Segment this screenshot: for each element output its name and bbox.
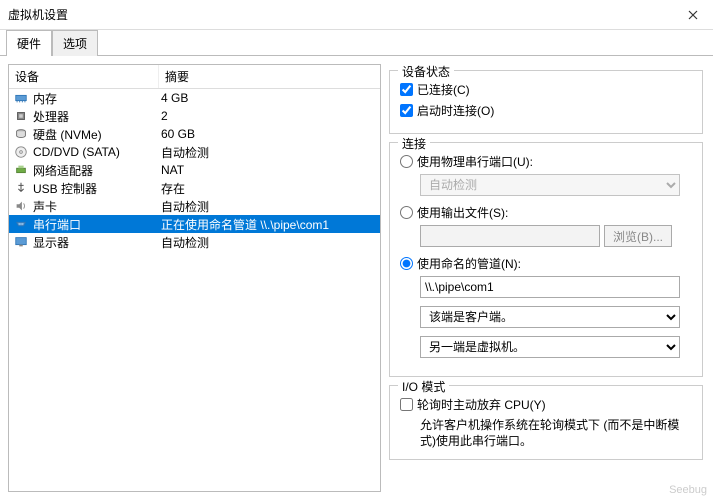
- browse-button[interactable]: 浏览(B)...: [604, 225, 672, 247]
- cd-icon: [13, 144, 29, 160]
- display-icon: [13, 234, 29, 250]
- radio-physical-port[interactable]: [400, 155, 413, 168]
- device-summary: 60 GB: [161, 127, 376, 141]
- device-table: 设备 摘要 内存4 GB处理器2硬盘 (NVMe)60 GBCD/DVD (SA…: [9, 65, 380, 251]
- device-name: 内存: [33, 90, 161, 107]
- device-row-usb[interactable]: USB 控制器存在: [9, 179, 380, 197]
- close-button[interactable]: [673, 0, 713, 30]
- device-row-display[interactable]: 显示器自动检测: [9, 233, 380, 251]
- column-header-summary: 摘要: [159, 65, 380, 88]
- device-name: 声卡: [33, 198, 161, 215]
- device-name: 网络适配器: [33, 162, 161, 179]
- device-summary: 存在: [161, 180, 376, 197]
- window-title: 虚拟机设置: [8, 6, 673, 23]
- device-summary: 自动检测: [161, 234, 376, 251]
- select-pipe-end1[interactable]: 该端是客户端。: [420, 306, 680, 328]
- label-named-pipe: 使用命名的管道(N):: [417, 255, 521, 272]
- device-table-header: 设备 摘要: [9, 65, 380, 89]
- group-title-device-status: 设备状态: [398, 64, 454, 80]
- device-name: 显示器: [33, 234, 161, 251]
- checkbox-poll-yield-cpu[interactable]: [400, 398, 413, 411]
- usb-icon: [13, 180, 29, 196]
- device-row-net[interactable]: 网络适配器NAT: [9, 161, 380, 179]
- device-summary: 自动检测: [161, 144, 376, 161]
- net-icon: [13, 162, 29, 178]
- device-summary: 正在使用命名管道 \\.\pipe\com1: [161, 216, 376, 233]
- device-summary: 4 GB: [161, 91, 376, 105]
- tab-options[interactable]: 选项: [52, 30, 98, 56]
- device-row-memory[interactable]: 内存4 GB: [9, 89, 380, 107]
- input-pipe-name[interactable]: [420, 276, 680, 298]
- help-text-io-mode: 允许客户机操作系统在轮询模式下 (而不是中断模式)使用此串行端口。: [420, 417, 692, 449]
- close-icon: [688, 10, 698, 20]
- dialog-content: 设备 摘要 内存4 GB处理器2硬盘 (NVMe)60 GBCD/DVD (SA…: [0, 56, 713, 500]
- tabs: 硬件 选项: [0, 30, 713, 56]
- device-row-disk[interactable]: 硬盘 (NVMe)60 GB: [9, 125, 380, 143]
- group-title-connection: 连接: [398, 135, 430, 152]
- label-physical-port: 使用物理串行端口(U):: [417, 153, 533, 170]
- group-connection: 连接 使用物理串行端口(U): 自动检测 使用输出文件(S): 浏览(B)...: [389, 142, 703, 377]
- device-row-sound[interactable]: 声卡自动检测: [9, 197, 380, 215]
- label-connected: 已连接(C): [417, 81, 470, 98]
- serial-icon: [13, 216, 29, 232]
- label-connect-on-start: 启动时连接(O): [417, 102, 494, 119]
- device-summary: NAT: [161, 163, 376, 177]
- device-name: 硬盘 (NVMe): [33, 126, 161, 143]
- memory-icon: [13, 90, 29, 106]
- titlebar: 虚拟机设置: [0, 0, 713, 30]
- group-title-io-mode: I/O 模式: [398, 378, 449, 395]
- group-io-mode: I/O 模式 轮询时主动放弃 CPU(Y) 允许客户机操作系统在轮询模式下 (而…: [389, 385, 703, 460]
- cpu-icon: [13, 108, 29, 124]
- radio-output-file[interactable]: [400, 206, 413, 219]
- device-name: 串行端口: [33, 216, 161, 233]
- disk-icon: [13, 126, 29, 142]
- device-name: CD/DVD (SATA): [33, 145, 161, 159]
- label-poll-yield-cpu: 轮询时主动放弃 CPU(Y): [417, 396, 546, 413]
- sound-icon: [13, 198, 29, 214]
- column-header-device: 设备: [9, 65, 159, 88]
- group-device-status: 设备状态 已连接(C) 启动时连接(O): [389, 70, 703, 134]
- label-output-file: 使用输出文件(S):: [417, 204, 508, 221]
- input-output-file[interactable]: [420, 225, 600, 247]
- device-row-serial[interactable]: 串行端口正在使用命名管道 \\.\pipe\com1: [9, 215, 380, 233]
- device-name: 处理器: [33, 108, 161, 125]
- device-row-cd[interactable]: CD/DVD (SATA)自动检测: [9, 143, 380, 161]
- device-summary: 2: [161, 109, 376, 123]
- select-physical-port[interactable]: 自动检测: [420, 174, 680, 196]
- tab-hardware[interactable]: 硬件: [6, 30, 52, 56]
- settings-panel: 设备状态 已连接(C) 启动时连接(O) 连接 使用物理串行端口(U): 自动检…: [387, 64, 705, 492]
- checkbox-connect-on-start[interactable]: [400, 104, 413, 117]
- device-summary: 自动检测: [161, 198, 376, 215]
- device-name: USB 控制器: [33, 180, 161, 197]
- checkbox-connected[interactable]: [400, 83, 413, 96]
- device-row-cpu[interactable]: 处理器2: [9, 107, 380, 125]
- device-list-panel: 设备 摘要 内存4 GB处理器2硬盘 (NVMe)60 GBCD/DVD (SA…: [8, 64, 381, 492]
- select-pipe-end2[interactable]: 另一端是虚拟机。: [420, 336, 680, 358]
- radio-named-pipe[interactable]: [400, 257, 413, 270]
